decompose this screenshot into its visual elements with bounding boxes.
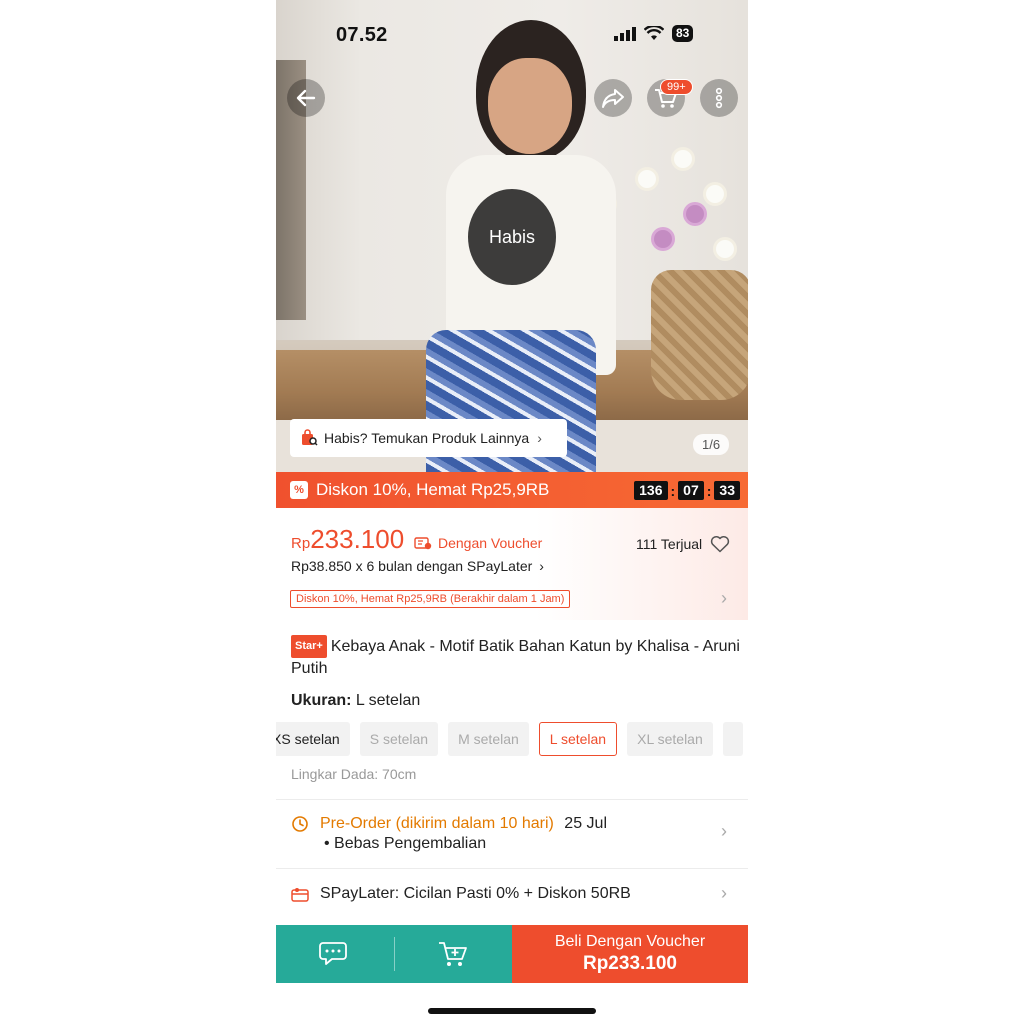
spaylater-row[interactable]: SPayLater: Cicilan Pasti 0% + Diskon 50R… bbox=[291, 883, 731, 907]
price: Rp 233.100 bbox=[291, 524, 404, 555]
size-option-more[interactable] bbox=[722, 722, 743, 756]
price-currency: Rp bbox=[291, 535, 311, 552]
size-option-xs[interactable]: XS setelan bbox=[276, 722, 350, 756]
preorder-label: Pre-Order (dikirim dalam 10 hari) bbox=[320, 815, 554, 832]
heart-icon[interactable] bbox=[710, 535, 730, 553]
add-to-cart-icon bbox=[439, 942, 468, 966]
size-selected: L setelan bbox=[355, 692, 421, 709]
buy-button-label: Beli Dengan Voucher bbox=[554, 933, 706, 950]
chevron-right-icon: › bbox=[539, 558, 544, 574]
timer-seconds: 33 bbox=[714, 481, 740, 500]
size-option-l[interactable]: L setelan bbox=[538, 722, 618, 756]
spaylater-icon bbox=[291, 888, 309, 902]
voucher-tag[interactable]: Dengan Voucher bbox=[414, 535, 542, 551]
buy-button-price: Rp233.100 bbox=[582, 953, 677, 974]
chat-icon bbox=[318, 942, 347, 965]
delivery-date: 25 Jul bbox=[564, 815, 607, 832]
chat-button[interactable] bbox=[276, 925, 394, 983]
size-option-s[interactable]: S setelan bbox=[359, 722, 439, 756]
wifi-icon bbox=[644, 26, 664, 40]
sold-count: 111 Terjual bbox=[636, 536, 703, 552]
voucher-icon bbox=[414, 537, 432, 550]
star-plus-badge: Star+ bbox=[291, 635, 327, 658]
size-option-xl[interactable]: XL setelan bbox=[627, 722, 713, 756]
clock-icon bbox=[292, 816, 308, 832]
more-button[interactable] bbox=[700, 79, 738, 117]
spaylater-label: SPayLater: Cicilan Pasti 0% + Diskon 50R… bbox=[320, 885, 631, 902]
installment-label: Rp38.850 x 6 bulan dengan SPayLater bbox=[291, 558, 533, 574]
countdown-timer: 136 : 07 : 33 bbox=[634, 481, 740, 500]
more-vertical-icon bbox=[715, 87, 723, 109]
arrow-left-icon bbox=[296, 89, 316, 107]
voucher-label: Dengan Voucher bbox=[438, 535, 543, 551]
price-section: Rp 233.100 Dengan Voucher 111 Terjual Rp… bbox=[276, 508, 748, 620]
installment-info[interactable]: Rp38.850 x 6 bulan dengan SPayLater › bbox=[291, 558, 544, 574]
sold-out-overlay: Habis bbox=[468, 189, 556, 285]
chevron-right-icon: › bbox=[537, 430, 542, 446]
product-title-text: Kebaya Anak - Motif Batik Bahan Katun by… bbox=[291, 638, 740, 677]
find-similar-label: Habis? Temukan Produk Lainnya bbox=[324, 430, 530, 446]
add-to-cart-button[interactable] bbox=[395, 925, 513, 983]
home-indicator[interactable] bbox=[428, 1008, 596, 1014]
share-icon bbox=[602, 89, 624, 108]
size-header: Ukuran: L setelan bbox=[291, 692, 420, 710]
flash-sale-label: Diskon 10%, Hemat Rp25,9RB bbox=[316, 480, 550, 499]
chevron-right-icon[interactable]: › bbox=[721, 588, 727, 609]
chevron-right-icon: › bbox=[721, 883, 727, 903]
timer-minutes: 07 bbox=[678, 481, 704, 500]
flash-sale-bar[interactable]: % Diskon 10%, Hemat Rp25,9RB 136 : 07 : … bbox=[276, 472, 748, 508]
price-amount: 233.100 bbox=[310, 524, 405, 554]
discount-icon: % bbox=[290, 481, 308, 499]
find-similar-button[interactable]: Habis? Temukan Produk Lainnya › bbox=[290, 419, 567, 457]
share-button[interactable] bbox=[594, 79, 632, 117]
chevron-right-icon: › bbox=[721, 821, 727, 841]
image-counter: 1/6 bbox=[693, 434, 730, 455]
promo-badge: Diskon 10%, Hemat Rp25,9RB (Berakhir dal… bbox=[290, 590, 571, 608]
buy-with-voucher-button[interactable]: Beli Dengan Voucher Rp233.100 bbox=[512, 925, 748, 983]
size-option-m[interactable]: M setelan bbox=[448, 722, 529, 756]
cart-badge: 99+ bbox=[660, 79, 693, 95]
shipping-row[interactable]: Pre-Order (dikirim dalam 10 hari) 25 Jul… bbox=[291, 815, 731, 859]
product-page: 07.52 83 99+ Habis Habis? Temukan Produk… bbox=[276, 0, 748, 1024]
product-title: Star+ Kebaya Anak - Motif Batik Bahan Kat… bbox=[291, 635, 741, 679]
back-button[interactable] bbox=[287, 79, 325, 117]
status-time: 07.52 bbox=[336, 24, 388, 46]
bottom-action-bar: Beli Dengan Voucher Rp233.100 bbox=[276, 925, 748, 983]
shopping-bag-icon bbox=[302, 429, 318, 446]
signal-icon bbox=[614, 26, 636, 41]
status-icons: 83 bbox=[614, 25, 694, 42]
returns-label: • Bebas Pengembalian bbox=[324, 835, 487, 852]
size-options: XS setelan S setelan M setelan L setelan… bbox=[276, 722, 743, 756]
size-detail: Lingkar Dada: 70cm bbox=[291, 766, 417, 782]
size-label: Ukuran: bbox=[291, 692, 352, 709]
timer-hours: 136 bbox=[634, 481, 668, 500]
battery-icon: 83 bbox=[672, 25, 694, 42]
